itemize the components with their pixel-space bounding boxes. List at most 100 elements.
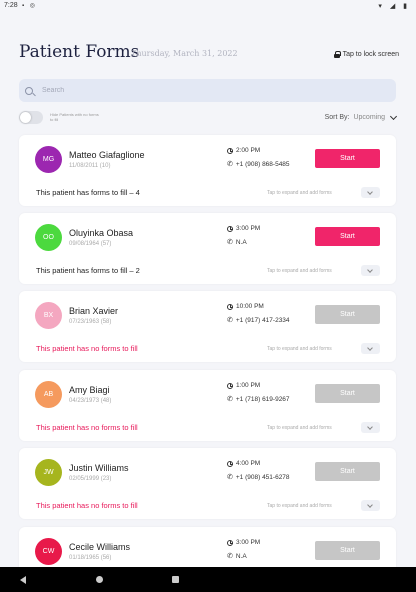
clock-icon	[227, 225, 233, 232]
android-nav-bar	[0, 567, 416, 592]
forms-status: This patient has no forms to fill	[36, 423, 138, 432]
clock-icon	[227, 382, 233, 389]
avatar: OO	[35, 224, 62, 251]
phone-icon: ✆	[227, 239, 233, 246]
system-icons: ▾ ◢ ▮	[378, 3, 410, 10]
patient-phone-label: +1 (718) 619-9267	[235, 396, 290, 403]
avatar: JW	[35, 459, 62, 486]
forms-status: This patient has forms to fill – 4	[36, 188, 140, 197]
clock-icon	[227, 303, 233, 310]
expand-button[interactable]	[361, 265, 380, 276]
expand-button[interactable]	[361, 187, 380, 198]
filter-row: Hide Patients with no forms to fill Sort…	[19, 110, 398, 126]
patient-dob: 11/08/2011 (10)	[69, 163, 111, 169]
sort-value: Upcoming	[353, 114, 385, 121]
sort-dropdown[interactable]: Sort By: Upcoming	[324, 112, 398, 121]
forms-status: This patient has no forms to fill	[36, 501, 138, 510]
appointment-time: 3:00 PM	[227, 225, 260, 232]
start-button[interactable]: Start	[315, 462, 380, 481]
patient-dob: 09/08/1964 (57)	[69, 241, 112, 247]
expand-hint: Tap to expand and add forms	[267, 268, 332, 274]
expand-hint: Tap to expand and add forms	[267, 346, 332, 352]
patient-name: Oluyinka Obasa	[69, 228, 134, 238]
search-icon	[25, 86, 33, 95]
phone-icon: ✆	[227, 317, 233, 324]
clock-icon	[227, 147, 233, 154]
patient-phone-label: +1 (917) 417-2334	[235, 317, 290, 324]
clock-time: 7:28	[4, 2, 18, 9]
start-button[interactable]: Start	[315, 305, 380, 324]
avatar: BX	[35, 302, 62, 329]
toggle-knob	[20, 112, 31, 123]
patient-phone: ✆ +1 (917) 417-2334	[227, 317, 290, 324]
page-header: Patient Forms Thursday, March 31, 2022 T…	[19, 40, 399, 64]
start-button[interactable]: Start	[315, 149, 380, 168]
avatar: CW	[35, 538, 62, 565]
hide-no-forms-toggle[interactable]	[19, 111, 43, 124]
appointment-time: 4:00 PM	[227, 460, 260, 467]
avatar: AB	[35, 381, 62, 408]
phone-icon: ✆	[227, 474, 233, 481]
patient-dob: 04/23/1973 (48)	[69, 398, 112, 404]
forms-status: This patient has no forms to fill	[36, 344, 138, 353]
page-title: Patient Forms	[19, 42, 140, 62]
phone-icon: ✆	[227, 161, 233, 168]
search-input[interactable]	[42, 87, 342, 94]
appointment-time-label: 4:00 PM	[236, 460, 261, 467]
appointment-time: 10:00 PM	[227, 303, 264, 310]
expand-button[interactable]	[361, 422, 380, 433]
lock-icon	[333, 51, 341, 58]
start-button[interactable]: Start	[315, 227, 380, 246]
appointment-time: 1:00 PM	[227, 382, 260, 389]
recents-icon[interactable]	[172, 576, 179, 583]
patient-phone: ✆ N.A	[227, 239, 247, 246]
phone-icon: ✆	[227, 553, 233, 560]
patient-card[interactable]: OO Oluyinka Obasa 09/08/1964 (57) 3:00 P…	[19, 213, 396, 284]
appointment-time-label: 1:00 PM	[236, 382, 261, 389]
patient-dob: 01/18/1965 (56)	[69, 555, 112, 561]
chevron-down-icon	[389, 112, 398, 120]
avatar-initials: BX	[43, 312, 54, 319]
patient-name: Amy Biagi	[69, 385, 110, 395]
patient-name: Justin Williams	[69, 463, 129, 473]
chevron-down-icon	[367, 424, 373, 430]
start-button[interactable]: Start	[315, 541, 380, 560]
phone-icon: ✆	[227, 396, 233, 403]
expand-hint: Tap to expand and add forms	[267, 190, 332, 196]
notification-icons: ▪ ◎	[22, 3, 38, 9]
patient-phone: ✆ N.A	[227, 553, 247, 560]
patient-name: Matteo Giafaglione	[69, 150, 145, 160]
patient-card[interactable]: AB Amy Biagi 04/23/1973 (48) 1:00 PM ✆ +1…	[19, 370, 396, 441]
chevron-down-icon	[367, 502, 373, 508]
avatar-initials: AB	[43, 391, 54, 398]
lock-screen-button[interactable]: Tap to lock screen	[333, 51, 399, 58]
patient-card[interactable]: BX Brian Xavier 07/23/1963 (58) 10:00 PM…	[19, 291, 396, 362]
appointment-time: 2:00 PM	[227, 147, 260, 154]
expand-hint: Tap to expand and add forms	[267, 425, 332, 431]
avatar: MG	[35, 146, 62, 173]
patient-dob: 07/23/1963 (58)	[69, 319, 112, 325]
patient-name: Brian Xavier	[69, 306, 119, 316]
toggle-label: Hide Patients with no forms to fill	[50, 112, 99, 122]
start-button[interactable]: Start	[315, 384, 380, 403]
chevron-down-icon	[367, 267, 373, 273]
patient-phone-label: +1 (908) 868-5485	[235, 161, 290, 168]
avatar-initials: OO	[43, 234, 54, 241]
expand-button[interactable]	[361, 343, 380, 354]
forms-status: This patient has forms to fill – 2	[36, 266, 140, 275]
chevron-down-icon	[367, 189, 373, 195]
patient-phone-label: N.A	[235, 239, 247, 246]
sort-label: Sort By:	[324, 114, 350, 121]
appointment-time-label: 10:00 PM	[236, 303, 264, 310]
search-bar[interactable]	[19, 79, 396, 102]
home-icon[interactable]	[96, 576, 103, 583]
back-icon[interactable]	[20, 576, 26, 584]
patient-phone: ✆ +1 (718) 619-9267	[227, 396, 290, 403]
patient-card[interactable]: JW Justin Williams 02/05/1999 (23) 4:00 …	[19, 448, 396, 519]
appointment-time-label: 3:00 PM	[236, 539, 261, 546]
avatar-initials: JW	[43, 469, 54, 476]
clock-icon	[227, 539, 233, 546]
expand-button[interactable]	[361, 500, 380, 511]
chevron-down-icon	[367, 345, 373, 351]
patient-card[interactable]: MG Matteo Giafaglione 11/08/2011 (10) 2:…	[19, 135, 396, 206]
